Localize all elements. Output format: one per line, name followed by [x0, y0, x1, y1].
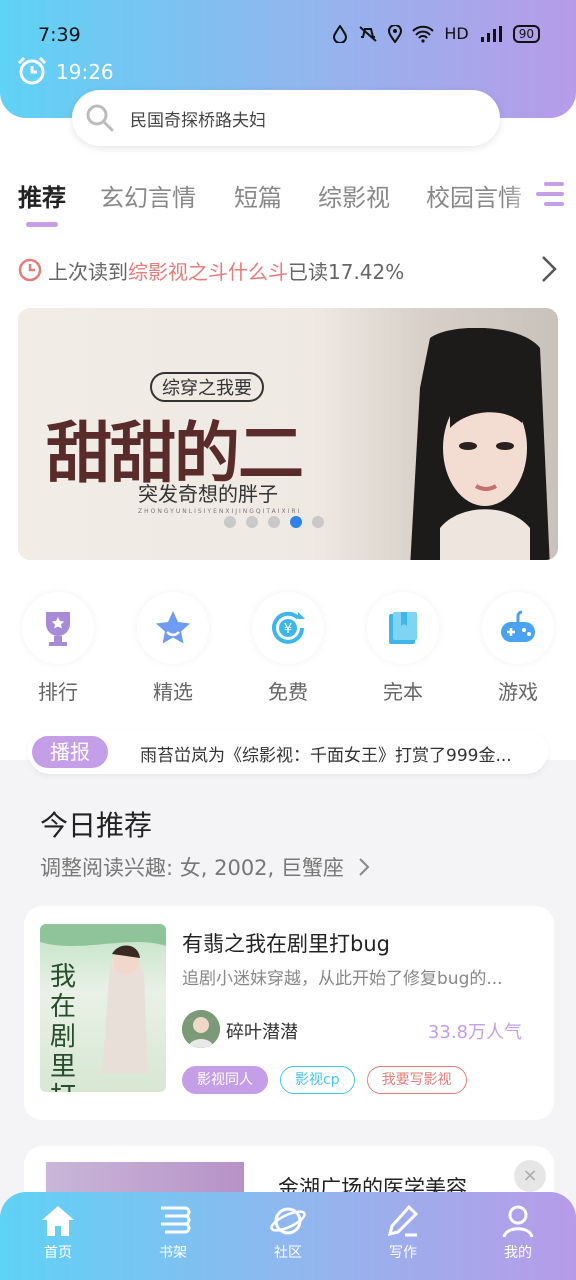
category-label: 游戏	[498, 680, 538, 704]
category-featured[interactable]: 精选	[133, 592, 213, 705]
home-icon	[42, 1206, 74, 1236]
category-icon-circle	[367, 592, 439, 664]
search-icon	[86, 104, 114, 132]
carousel-dot-active[interactable]	[290, 516, 302, 528]
book-cover-text: 我在剧里打bug	[50, 962, 77, 1092]
last-read-progress: 已读17.42%	[288, 259, 405, 284]
nav-bookshelf[interactable]: 书架	[128, 1204, 218, 1262]
search-placeholder: 民国奇探桥路夫妇	[130, 110, 266, 131]
close-button[interactable]: ×	[514, 1160, 546, 1192]
nav-label: 社区	[274, 1245, 302, 1261]
book-tag[interactable]: 影视同人	[182, 1066, 268, 1094]
bottom-navigation: 首页 书架 社区 写作 我的	[0, 1192, 576, 1280]
tab-menu-icon[interactable]	[526, 174, 566, 214]
nav-profile[interactable]: 我的	[473, 1204, 563, 1262]
quick-categories: 排行 精选 ¥ 免费 完本 游戏	[0, 592, 576, 712]
category-games[interactable]: 游戏	[478, 592, 558, 705]
broadcast-badge: 播报	[32, 736, 108, 768]
interest-settings-link[interactable]: 调整阅读兴趣: 女, 2002, 巨蟹座	[40, 852, 371, 882]
tab-recommend[interactable]: 推荐	[18, 178, 66, 213]
alarm-time: 19:26	[56, 60, 114, 84]
category-label: 完本	[383, 680, 423, 704]
book-tag[interactable]: 我要写影视	[366, 1066, 467, 1094]
battery-indicator: 90	[512, 24, 540, 43]
book-tag[interactable]: 影视cp	[280, 1066, 355, 1094]
chevron-right-icon	[542, 256, 557, 282]
planet-icon	[270, 1207, 306, 1235]
last-read-book[interactable]: 综影视之斗什么斗	[128, 256, 288, 285]
carousel-dot[interactable]	[246, 516, 258, 528]
network-type: HD	[444, 24, 469, 43]
category-label: 排行	[38, 680, 78, 704]
tab-short[interactable]: 短篇	[234, 178, 282, 213]
nav-label: 书架	[159, 1245, 187, 1261]
nav-label: 首页	[44, 1245, 72, 1261]
signal-icon	[480, 25, 502, 42]
carousel-dot[interactable]	[312, 516, 324, 528]
category-ranking[interactable]: 排行	[18, 592, 98, 705]
interest-settings-text: 调整阅读兴趣: 女, 2002, 巨蟹座	[40, 856, 344, 880]
alarm-clock-icon	[17, 56, 47, 85]
book-card[interactable]: 我在剧里打bug 有翡之我在剧里打bug 追剧小迷妹穿越，从此开始了修复bug的…	[24, 906, 554, 1120]
carousel-indicator	[224, 516, 324, 528]
mute-icon	[359, 25, 378, 42]
nav-write[interactable]: 写作	[358, 1204, 448, 1262]
tab-active-indicator	[26, 222, 58, 227]
banner-portrait-image	[410, 328, 550, 560]
drop-icon	[333, 24, 348, 43]
star-icon	[156, 611, 190, 644]
wifi-icon	[412, 25, 435, 43]
broadcast-message: 雨苔峃岚为《综影视：千面女王》打赏了999金...	[140, 746, 512, 766]
last-read-banner[interactable]: 上次读到 综影视之斗什么斗 已读17.42%	[18, 252, 558, 288]
category-icon-circle	[482, 592, 554, 664]
nav-home[interactable]: 首页	[13, 1204, 103, 1262]
banner-author: 突发奇想的胖子	[138, 482, 278, 506]
book-cover: 我在剧里打bug	[40, 924, 166, 1092]
book-description: 追剧小迷妹穿越，从此开始了修复bug的...	[182, 969, 503, 989]
category-icon-circle	[22, 592, 94, 664]
author-name[interactable]: 碎叶潜潜	[226, 1018, 298, 1044]
status-time: 7:39	[38, 24, 81, 46]
avatar-image	[182, 1010, 220, 1048]
category-label: 免费	[268, 680, 308, 704]
pen-icon	[387, 1204, 419, 1237]
chevron-right-icon	[358, 858, 370, 876]
book-icon	[389, 612, 417, 644]
yuan-refresh-icon: ¥	[272, 611, 305, 644]
trophy-icon	[46, 612, 70, 646]
category-icon-circle: ¥	[252, 592, 324, 664]
nav-label: 我的	[504, 1245, 532, 1261]
location-icon	[388, 24, 403, 43]
section-title: 今日推荐	[40, 809, 153, 842]
carousel-dot[interactable]	[268, 516, 280, 528]
broadcast-bar[interactable]: 播报 雨苔峃岚为《综影视：千面女王》打赏了999金...	[28, 730, 548, 774]
author-avatar[interactable]	[182, 1010, 220, 1048]
search-bar[interactable]: 民国奇探桥路夫妇	[72, 90, 500, 146]
clock-icon	[18, 258, 42, 282]
svg-text:¥: ¥	[284, 622, 292, 637]
bookshelf-icon	[161, 1206, 191, 1234]
carousel-dot[interactable]	[224, 516, 236, 528]
tab-fantasy-romance[interactable]: 玄幻言情	[100, 178, 196, 213]
status-icons: HD 90	[332, 24, 540, 43]
last-read-prefix: 上次读到	[48, 259, 128, 284]
banner-pinyin: ZHONGYUNLISIYENXIJINGQITAIXIRI	[138, 508, 302, 515]
category-label: 精选	[153, 680, 193, 704]
book-title[interactable]: 有翡之我在剧里打bug	[182, 928, 390, 958]
nav-label: 写作	[389, 1245, 417, 1261]
category-tabs: 推荐 玄幻言情 短篇 综影视 校园言情	[0, 170, 576, 230]
user-icon	[502, 1205, 534, 1238]
gamepad-icon	[501, 610, 535, 642]
popularity-count: 33.8万人气	[427, 1022, 522, 1043]
book-tags: 影视同人 影视cp 我要写影视	[182, 1066, 467, 1094]
category-free[interactable]: ¥ 免费	[248, 592, 328, 705]
category-icon-circle	[137, 592, 209, 664]
nav-community[interactable]: 社区	[243, 1204, 333, 1262]
tab-film-tv[interactable]: 综影视	[318, 178, 390, 213]
category-completed[interactable]: 完本	[363, 592, 443, 705]
banner-tag: 综穿之我要	[150, 372, 264, 402]
